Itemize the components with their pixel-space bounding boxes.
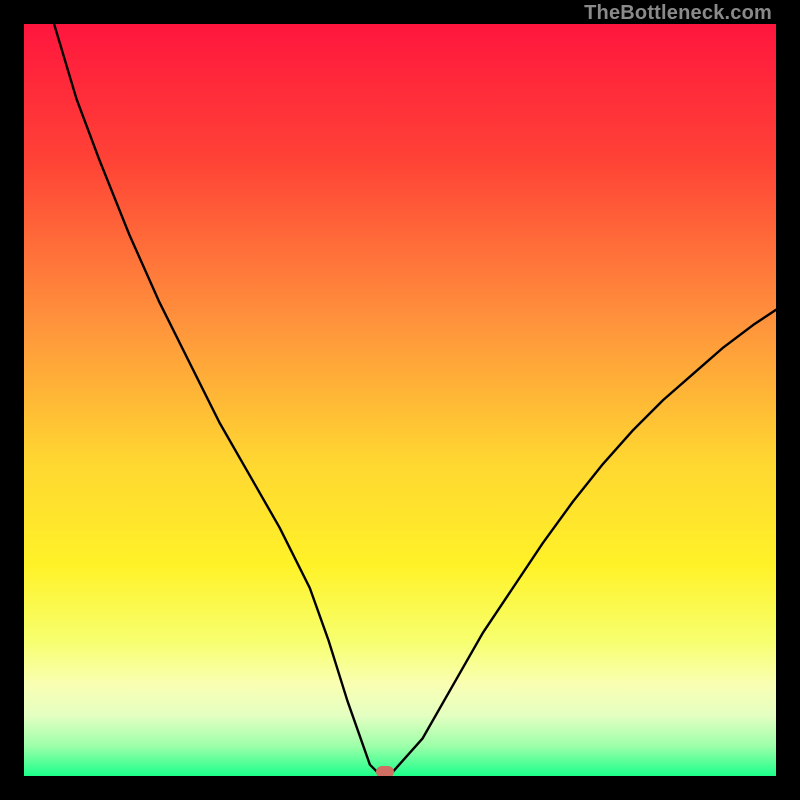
optimal-point-marker	[376, 766, 394, 776]
watermark-text: TheBottleneck.com	[584, 2, 772, 25]
chart-frame: TheBottleneck.com	[0, 0, 800, 800]
plot-area	[24, 24, 776, 776]
bottleneck-curve	[24, 24, 776, 776]
